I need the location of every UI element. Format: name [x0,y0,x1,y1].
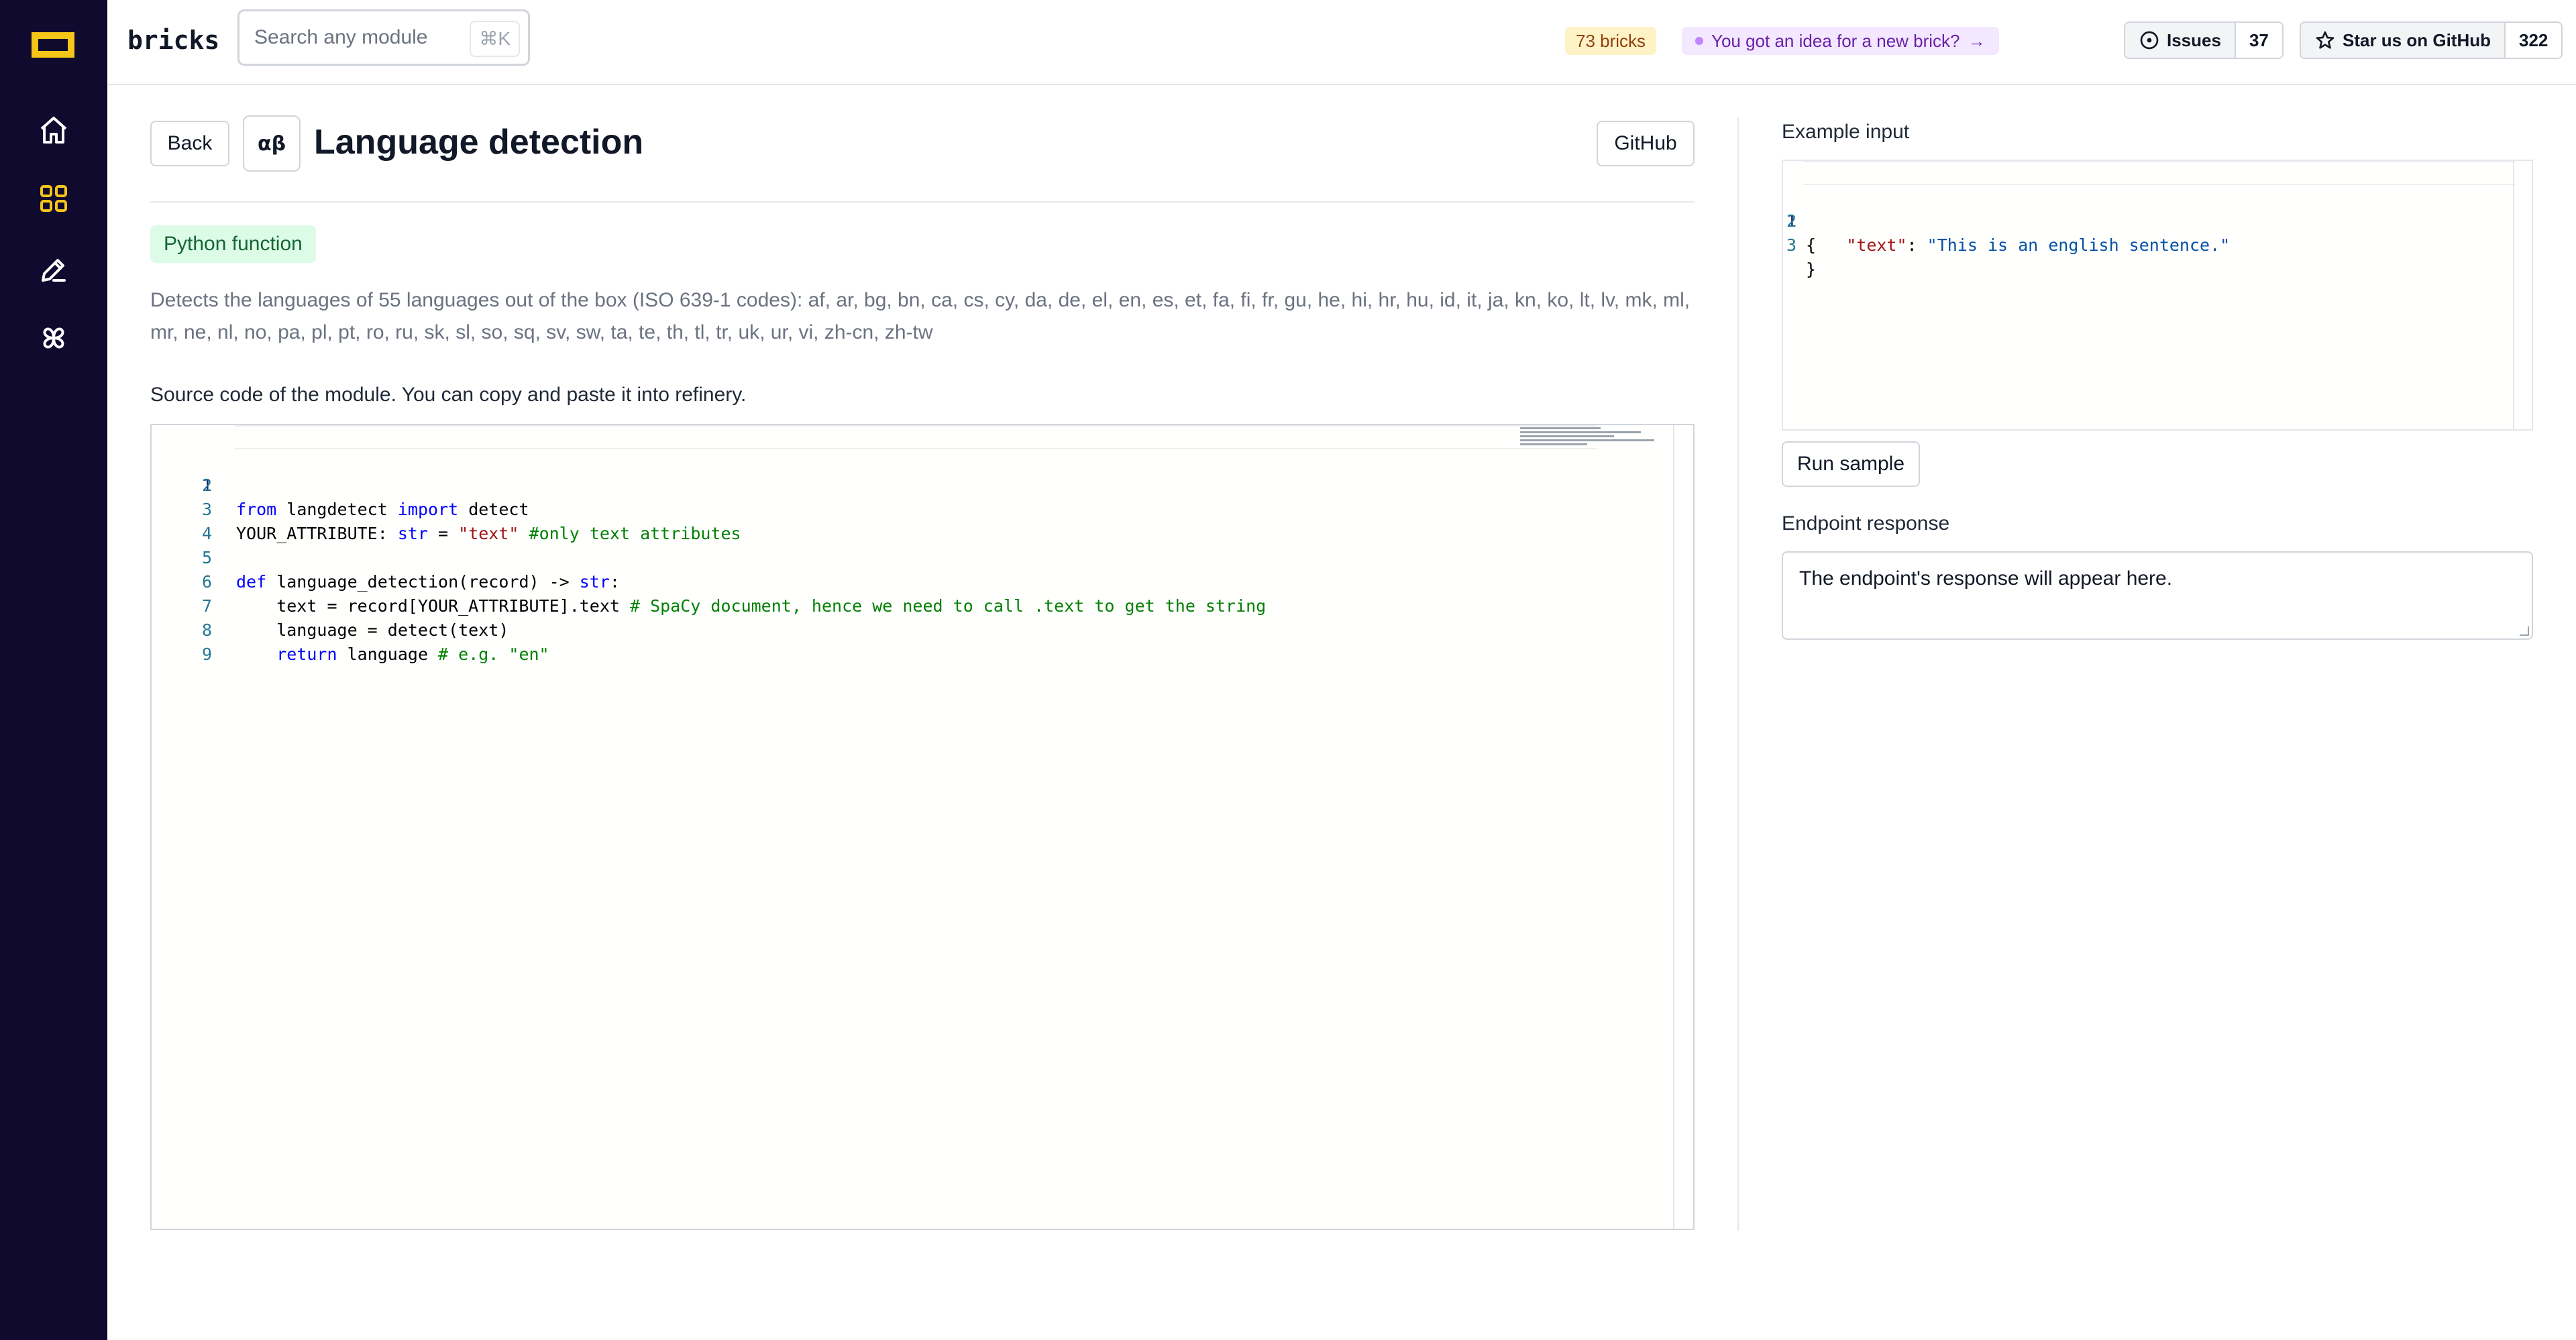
issue-icon [2140,31,2159,50]
star-label: Star us on GitHub [2343,30,2491,50]
code-line: 2 [152,449,1674,495]
current-line-highlight [1803,161,2516,185]
back-button[interactable]: Back [150,121,229,166]
line-number: 3 [1786,235,1796,255]
star-github-button[interactable]: Star us on GitHub 322 [2300,21,2563,59]
bricks-logo[interactable] [32,32,74,58]
code-line: 6 text = record[YOUR_ATTRIBUTE].text # S… [152,546,1674,616]
editor-scrollbar[interactable] [1673,425,1693,1229]
new-brick-idea-link[interactable]: You got an idea for a new brick? → [1682,27,1999,55]
endpoint-response-label: Endpoint response [1782,512,1950,535]
divider [150,201,1695,203]
code-line: 3 } [1783,209,2514,279]
idea-text: You got an idea for a new brick? [1711,31,1960,51]
bricks-count-badge: 73 bricks [1565,27,1657,55]
run-sample-button[interactable]: Run sample [1782,441,1920,487]
pen-icon[interactable] [34,249,74,290]
code-line: 5 def language_detection(record) -> str: [152,522,1674,592]
code-line: 4 [152,498,1674,543]
input-scrollbar[interactable] [2513,161,2532,429]
pinwheel-icon[interactable] [34,318,74,358]
resize-handle-icon[interactable] [2520,626,2529,636]
code-line: 7 language = detect(text) [152,570,1674,640]
issues-count: 37 [2235,23,2282,58]
search-shortcut: ⌘K [470,21,520,57]
brand-name[interactable]: bricks [127,25,219,55]
dot-icon [1695,37,1703,45]
issues-label: Issues [2167,30,2221,50]
endpoint-response-text: The endpoint's response will appear here… [1799,567,2173,590]
endpoint-response-box[interactable]: The endpoint's response will appear here… [1782,551,2533,640]
code-text: return language # e.g. "en" [276,645,549,664]
arrow-right-icon: → [1968,31,1986,51]
star-count: 322 [2506,23,2562,58]
code-line: 1 { [1783,161,2516,255]
example-input-editor[interactable]: 1 { 2 "text": "This is an english senten… [1782,160,2533,431]
code-text: } [1806,260,1817,279]
search-box[interactable]: ⌘K [237,9,530,66]
code-line: 2 "text": "This is an english sentence." [1783,185,2514,255]
code-minimap[interactable] [1520,425,1654,452]
search-input[interactable] [254,26,455,49]
code-line: 3 YOUR_ATTRIBUTE: str = "text" #only tex… [152,473,1674,543]
example-input-label: Example input [1782,121,1910,143]
code-line: 1 from langdetect import detect [152,425,1674,519]
source-code-label: Source code of the module. You can copy … [150,384,747,406]
panel-divider [1737,117,1739,1231]
code-text: "text": "This is an english sentence." [1846,235,2231,255]
line-number: 9 [201,645,212,664]
sidebar [0,0,107,1340]
code-line: 8 return language # e.g. "en" [152,594,1674,664]
source-code-editor[interactable]: 1 from langdetect import detect 2 3 YOUR… [150,424,1695,1230]
module-description: Detects the languages of 55 languages ou… [150,289,1690,343]
current-line-highlight [235,425,1597,449]
page-title: Language detection [314,123,644,162]
issues-button[interactable]: Issues 37 [2124,21,2284,59]
module-icon: αβ [243,115,301,172]
home-icon[interactable] [34,110,74,150]
grid-icon[interactable] [34,178,74,219]
github-button[interactable]: GitHub [1597,121,1695,166]
module-type-badge: Python function [150,225,316,263]
star-icon [2316,31,2334,49]
code-line: 9 [152,618,1674,664]
